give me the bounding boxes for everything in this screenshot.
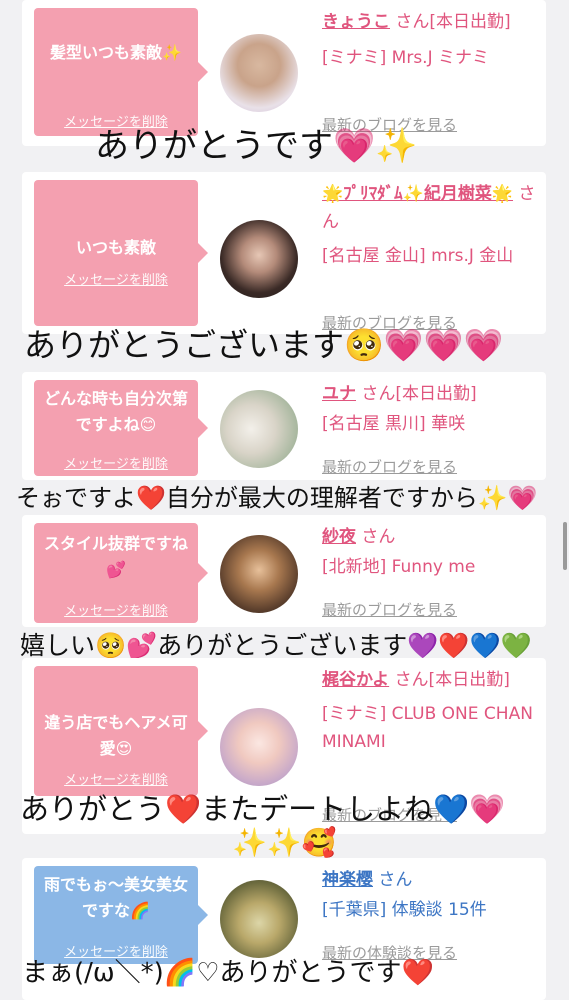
cast-name-link[interactable]: ユナ (322, 384, 356, 404)
blog-link[interactable]: 最新のブログを見る (322, 599, 457, 620)
caption-text: ✨✨🥰 (232, 826, 337, 859)
cast-info: ユナ さん[本日出勤] [名古屋 黒川] 華咲 (322, 380, 538, 438)
caption-text: まぁ(/ω＼*)🌈♡ありがとうです❤️ (22, 958, 434, 988)
cast-status: さん[本日出勤] (394, 670, 510, 690)
shop-link[interactable]: [名古屋 金山] mrs.J 金山 (322, 242, 538, 270)
caption-text: ありがとうございます🥺💗💗💗 (24, 326, 504, 364)
avatar[interactable] (220, 880, 298, 958)
cast-info: 梶谷かよ さん[本日出勤] [ミナミ] CLUB ONE CHAN MINAMI (322, 666, 538, 756)
message-bubble: 雨でもぉ〜美女美女ですな🌈 メッセージを削除 (34, 866, 208, 964)
caption-text: そぉですよ❤️自分が最大の理解者ですから✨💗 (16, 484, 538, 512)
delete-message-link[interactable]: メッセージを削除 (34, 600, 198, 619)
message-text: 雨でもぉ〜美女美女ですな🌈 (43, 875, 188, 920)
caption-text: ありがとう❤️またデートしよね💙💗 (20, 792, 506, 826)
avatar[interactable] (220, 708, 298, 786)
message-text: 髪型いつも素敵✨ (50, 43, 182, 62)
cast-status: さん[本日出勤] (361, 384, 477, 404)
caption-text: 嬉しい🥺💕ありがとうございます💜❤️💙💚 (20, 631, 532, 660)
shop-link[interactable]: [ミナミ] Mrs.J ミナミ (322, 44, 538, 72)
cast-info: きょうこ さん[本日出勤] [ミナミ] Mrs.J ミナミ (322, 8, 538, 72)
message-card: どんな時も自分次第ですよね😊 メッセージを削除 ユナ さん[本日出勤] [名古屋… (22, 372, 546, 480)
message-text: どんな時も自分次第ですよね😊 (43, 389, 188, 434)
message-card: スタイル抜群ですね💕 メッセージを削除 紗夜 さん [北新地] Funny me… (22, 515, 546, 627)
shop-link[interactable]: [北新地] Funny me (322, 553, 538, 581)
blog-link[interactable]: 最新のブログを見る (322, 456, 457, 477)
cast-info: 🌟ﾌﾟﾘﾏﾀﾞﾑ✨紀月樹菜🌟 さん [名古屋 金山] mrs.J 金山 (322, 180, 538, 270)
message-bubble: どんな時も自分次第ですよね😊 メッセージを削除 (34, 380, 208, 476)
cast-name-link[interactable]: きょうこ (322, 12, 390, 32)
message-card: いつも素敵 メッセージを削除 🌟ﾌﾟﾘﾏﾀﾞﾑ✨紀月樹菜🌟 さん [名古屋 金山… (22, 172, 546, 334)
delete-message-link[interactable]: メッセージを削除 (34, 453, 198, 472)
scrollbar[interactable] (563, 522, 567, 570)
cast-name-link[interactable]: 紗夜 (322, 527, 356, 547)
cast-info: 神楽樱 さん [千葉県] 体験談 15件 (322, 866, 538, 924)
message-bubble: 髪型いつも素敵✨ メッセージを削除 (34, 8, 208, 136)
message-bubble: スタイル抜群ですね💕 メッセージを削除 (34, 523, 208, 623)
avatar[interactable] (220, 390, 298, 468)
cast-status: さん[本日出勤] (395, 12, 511, 32)
message-bubble: いつも素敵 メッセージを削除 (34, 180, 208, 326)
avatar[interactable] (220, 220, 298, 298)
message-bubble: 違う店でもヘアメ可愛😍 メッセージを削除 (34, 666, 208, 796)
cast-info: 紗夜 さん [北新地] Funny me (322, 523, 538, 581)
cast-status: さん (378, 870, 413, 890)
message-text: 違う店でもヘアメ可愛😍 (44, 713, 188, 758)
message-text: いつも素敵 (75, 238, 156, 257)
shop-link[interactable]: [ミナミ] CLUB ONE CHAN MINAMI (322, 700, 538, 756)
cast-name-link[interactable]: 🌟ﾌﾟﾘﾏﾀﾞﾑ✨紀月樹菜🌟 (322, 184, 513, 204)
caption-text: ありがとうです💗✨ (95, 126, 418, 166)
avatar[interactable] (220, 34, 298, 112)
shop-link[interactable]: [名古屋 黒川] 華咲 (322, 410, 538, 438)
avatar[interactable] (220, 535, 298, 613)
cast-status: さん (361, 527, 396, 547)
message-text: スタイル抜群ですね💕 (43, 534, 188, 579)
cast-name-link[interactable]: 神楽樱 (322, 870, 373, 890)
cast-name-link[interactable]: 梶谷かよ (322, 670, 389, 690)
delete-message-link[interactable]: メッセージを削除 (34, 269, 198, 288)
shop-link[interactable]: [千葉県] 体験談 15件 (322, 896, 538, 924)
